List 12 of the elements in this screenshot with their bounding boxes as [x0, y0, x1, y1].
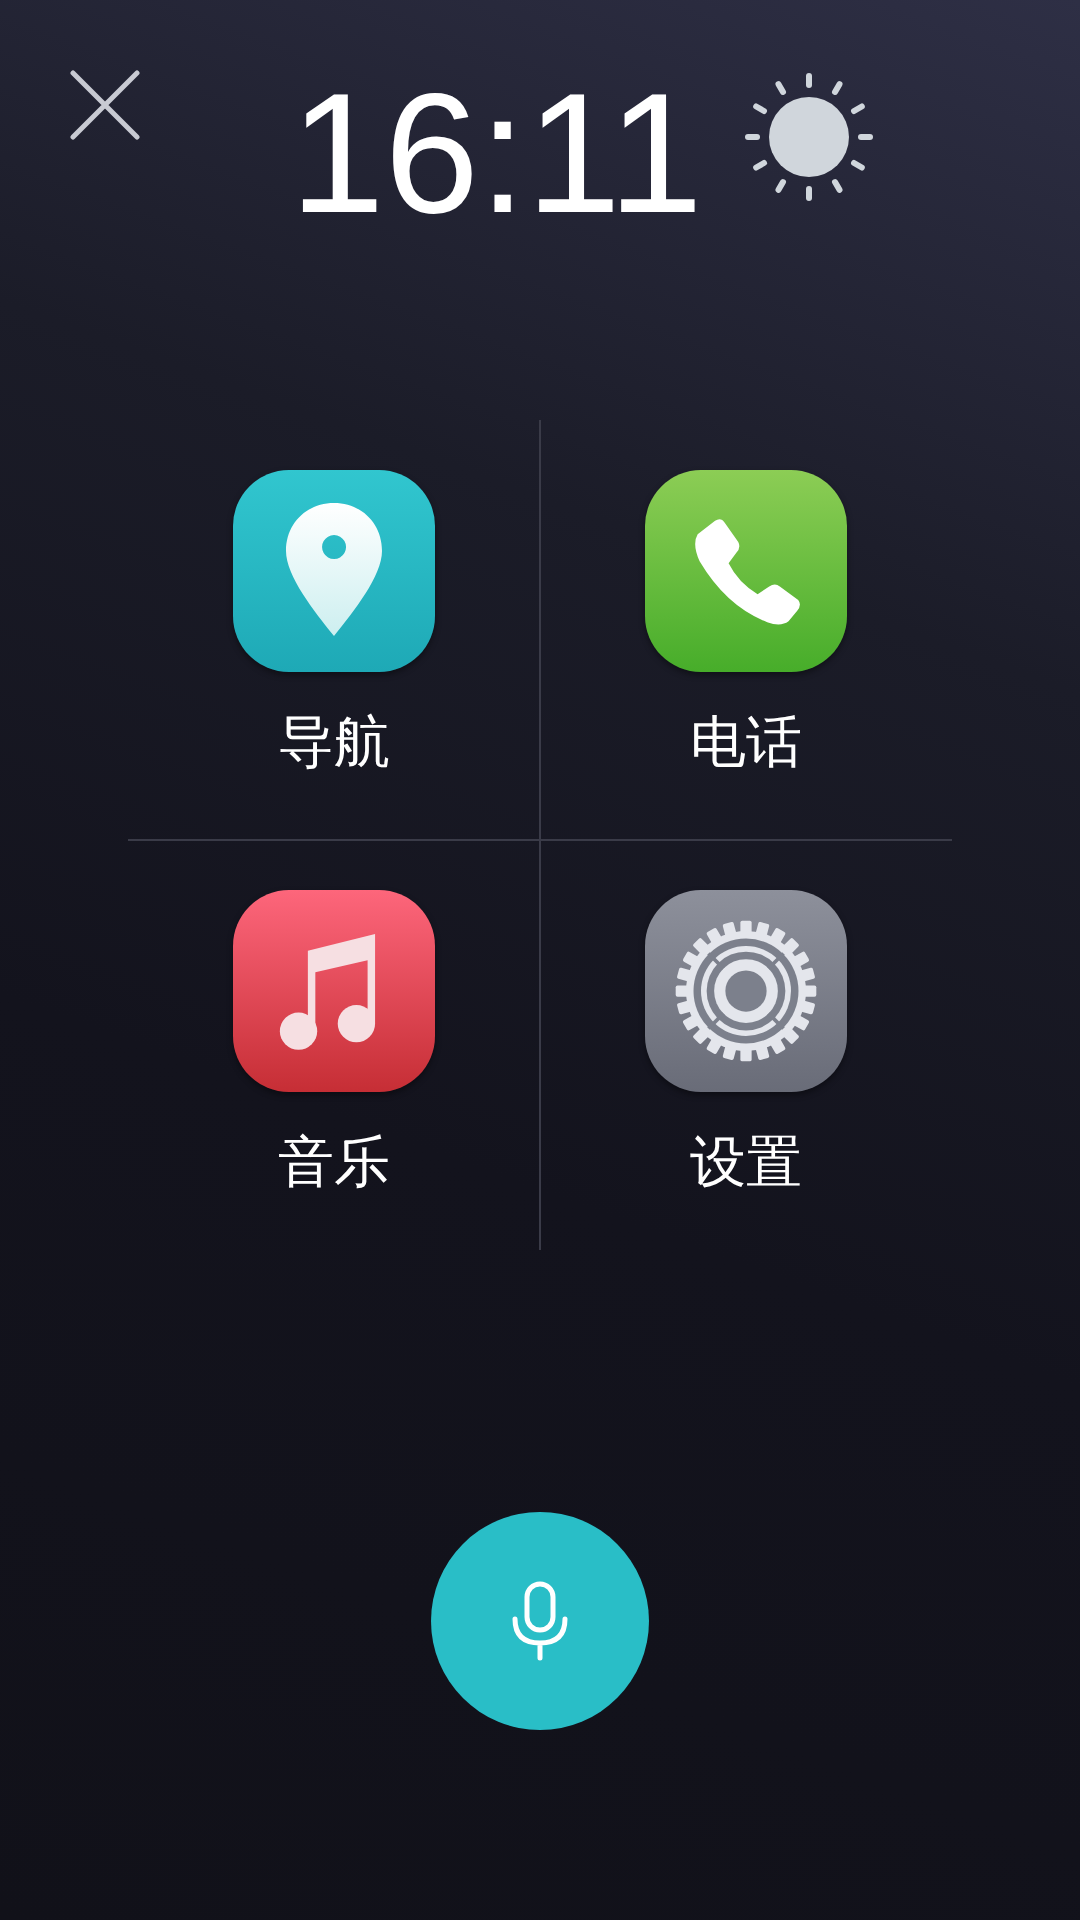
app-icon[interactable] [645, 470, 847, 672]
sun-icon [745, 73, 873, 201]
app-label: 电话 [690, 708, 802, 776]
app-icon[interactable] [233, 890, 435, 1092]
app-icon[interactable] [233, 470, 435, 672]
microphone-icon [510, 1581, 570, 1661]
app-label: 音乐 [278, 1128, 390, 1196]
clock-time: 16:11 [290, 60, 703, 247]
app-icon[interactable] [645, 890, 847, 1092]
app-label: 导航 [278, 708, 390, 776]
app-label: 设置 [690, 1128, 802, 1196]
close-icon[interactable] [70, 70, 140, 140]
